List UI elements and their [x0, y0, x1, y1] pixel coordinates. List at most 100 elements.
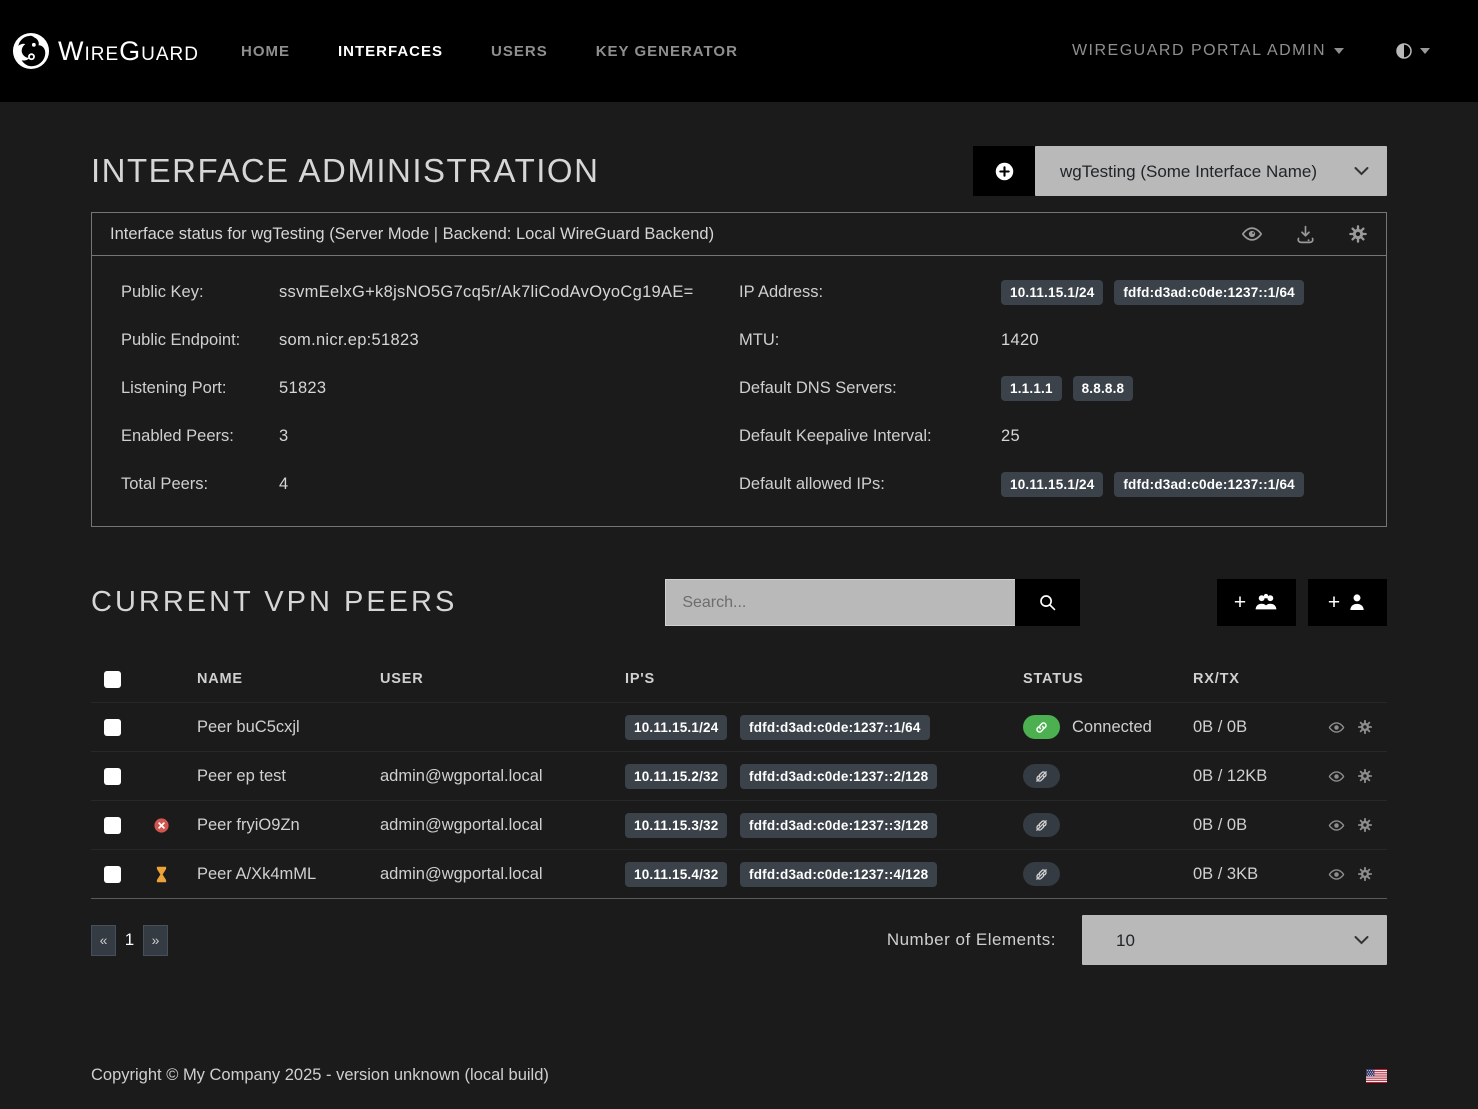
pagination-current-page[interactable]: 1 — [116, 930, 143, 950]
theme-toggle-menu[interactable] — [1394, 41, 1430, 61]
interface-select-group: wgTesting (Some Interface Name) — [973, 146, 1387, 196]
search-group — [665, 579, 1080, 626]
peer-status-label: Connected — [1072, 718, 1152, 737]
add-peer-button[interactable]: + — [1308, 579, 1387, 626]
interface-status-tools — [1241, 223, 1368, 245]
peer-settings-button[interactable] — [1357, 719, 1373, 735]
column-header-name: NAME — [197, 671, 380, 687]
peer-ip-badge: 10.11.15.4/32 — [625, 862, 727, 887]
peer-disabled-icon — [153, 817, 170, 834]
peer-checkbox[interactable] — [104, 719, 121, 736]
search-icon — [1038, 593, 1057, 612]
allowed-ip-badge: fdfd:d3ad:c0de:1237::1/64 — [1114, 472, 1304, 497]
select-all-checkbox[interactable] — [104, 671, 121, 688]
link-broken-icon — [1034, 867, 1049, 882]
eye-icon — [1328, 866, 1345, 883]
listening-port-value: 51823 — [279, 379, 326, 398]
dns-label: Default DNS Servers: — [739, 379, 1001, 398]
interface-info-right: IP Address: 10.11.15.1/24 fdfd:d3ad:c0de… — [739, 278, 1386, 498]
interface-select[interactable]: wgTesting (Some Interface Name) — [1035, 146, 1387, 196]
peers-table-header: NAME USER IP'S STATUS RX/TX — [91, 656, 1387, 702]
main-content: INTERFACE ADMINISTRATION wgTesting (Some… — [0, 102, 1478, 1046]
view-interface-button[interactable] — [1241, 223, 1263, 245]
disconnected-pill — [1023, 813, 1060, 837]
view-peer-button[interactable] — [1328, 866, 1345, 883]
public-key-label: Public Key: — [121, 283, 279, 302]
disconnected-pill — [1023, 862, 1060, 886]
info-row-total-peers: Total Peers: 4 — [121, 470, 739, 498]
allowed-ips-label: Default allowed IPs: — [739, 475, 1001, 494]
admin-user-menu-label: WIREGUARD PORTAL ADMIN — [1072, 42, 1326, 60]
allowed-ips-badges: 10.11.15.1/24 fdfd:d3ad:c0de:1237::1/64 — [1001, 472, 1310, 497]
elements-select-wrap: 10 — [1082, 915, 1387, 965]
peer-settings-button[interactable] — [1357, 866, 1373, 882]
peer-rxtx: 0B / 12KB — [1193, 767, 1328, 786]
brand-name: WireGuard — [58, 36, 199, 67]
users-icon — [1253, 593, 1279, 612]
peer-checkbox[interactable] — [104, 768, 121, 785]
public-endpoint-label: Public Endpoint: — [121, 331, 279, 350]
nav-link-key-generator[interactable]: KEY GENERATOR — [596, 43, 738, 60]
public-endpoint-value: som.nicr.ep:51823 — [279, 331, 419, 350]
page-title: INTERFACE ADMINISTRATION — [91, 152, 599, 190]
view-peer-button[interactable] — [1328, 768, 1345, 785]
chevron-down-icon — [1334, 48, 1344, 54]
peer-row: Peer A/Xk4mML admin@wgportal.local 10.11… — [91, 849, 1387, 898]
add-multiple-peers-button[interactable]: + — [1217, 579, 1296, 626]
elements-per-page-select[interactable]: 10 — [1082, 915, 1387, 965]
wireguard-logo-icon — [12, 32, 50, 70]
info-row-public-key: Public Key: ssvmEelxG+k8jsNO5G7cq5r/Ak7l… — [121, 278, 739, 306]
view-peer-button[interactable] — [1328, 719, 1345, 736]
peer-user: admin@wgportal.local — [380, 767, 625, 786]
peer-settings-button[interactable] — [1357, 768, 1373, 784]
peer-checkbox[interactable] — [104, 866, 121, 883]
view-peer-button[interactable] — [1328, 817, 1345, 834]
interface-settings-button[interactable] — [1348, 224, 1368, 244]
peer-ip-badge: 10.11.15.1/24 — [625, 715, 727, 740]
eye-icon — [1328, 768, 1345, 785]
admin-user-menu[interactable]: WIREGUARD PORTAL ADMIN — [1072, 42, 1344, 60]
ip-badge: 10.11.15.1/24 — [1001, 280, 1103, 305]
copyright-text: Copyright © My Company 2025 - version un… — [91, 1066, 549, 1085]
elements-per-page: Number of Elements: 10 — [887, 915, 1387, 965]
search-button[interactable] — [1015, 579, 1080, 626]
pagination-prev-button[interactable]: « — [91, 925, 116, 956]
pagination-next-button[interactable]: » — [143, 925, 168, 956]
peers-table: NAME USER IP'S STATUS RX/TX Peer buC5cxj… — [91, 656, 1387, 899]
brand-link[interactable]: WireGuard — [12, 32, 199, 70]
nav-link-users[interactable]: USERS — [491, 43, 548, 60]
peer-expiring-hourglass-icon — [153, 865, 170, 884]
pagination: « 1 » — [91, 925, 168, 956]
us-flag-icon[interactable] — [1366, 1069, 1387, 1083]
peer-actions — [1328, 719, 1389, 736]
peer-ips: 10.11.15.4/32 fdfd:d3ad:c0de:1237::4/128 — [625, 862, 1023, 887]
peer-name: Peer A/Xk4mML — [197, 865, 380, 884]
column-header-user: USER — [380, 671, 625, 687]
interface-info-left: Public Key: ssvmEelxG+k8jsNO5G7cq5r/Ak7l… — [92, 278, 739, 498]
mtu-label: MTU: — [739, 331, 1001, 350]
column-header-rxtx: RX/TX — [1193, 671, 1328, 687]
add-interface-button[interactable] — [973, 146, 1035, 196]
download-icon — [1295, 224, 1316, 245]
download-config-button[interactable] — [1295, 224, 1316, 245]
link-broken-icon — [1034, 769, 1049, 784]
peer-name: Peer fryiO9Zn — [197, 816, 380, 835]
eye-icon — [1328, 817, 1345, 834]
ip-address-label: IP Address: — [739, 283, 1001, 302]
chevron-down-icon — [1420, 48, 1430, 54]
total-peers-value: 4 — [279, 475, 288, 494]
dns-badge: 8.8.8.8 — [1073, 376, 1134, 401]
gear-icon — [1357, 719, 1373, 735]
peer-settings-button[interactable] — [1357, 817, 1373, 833]
peer-actions — [1328, 817, 1389, 834]
peer-name: Peer ep test — [197, 767, 380, 786]
nav-link-interfaces[interactable]: INTERFACES — [338, 43, 443, 60]
peer-ip-badge: 10.11.15.2/32 — [625, 764, 727, 789]
info-row-mtu: MTU: 1420 — [739, 326, 1386, 354]
total-peers-label: Total Peers: — [121, 475, 279, 494]
peer-ip-badge: fdfd:d3ad:c0de:1237::2/128 — [740, 764, 937, 789]
nav-link-home[interactable]: HOME — [241, 43, 290, 60]
peer-checkbox[interactable] — [104, 817, 121, 834]
info-row-listening-port: Listening Port: 51823 — [121, 374, 739, 402]
search-input[interactable] — [665, 579, 1015, 626]
